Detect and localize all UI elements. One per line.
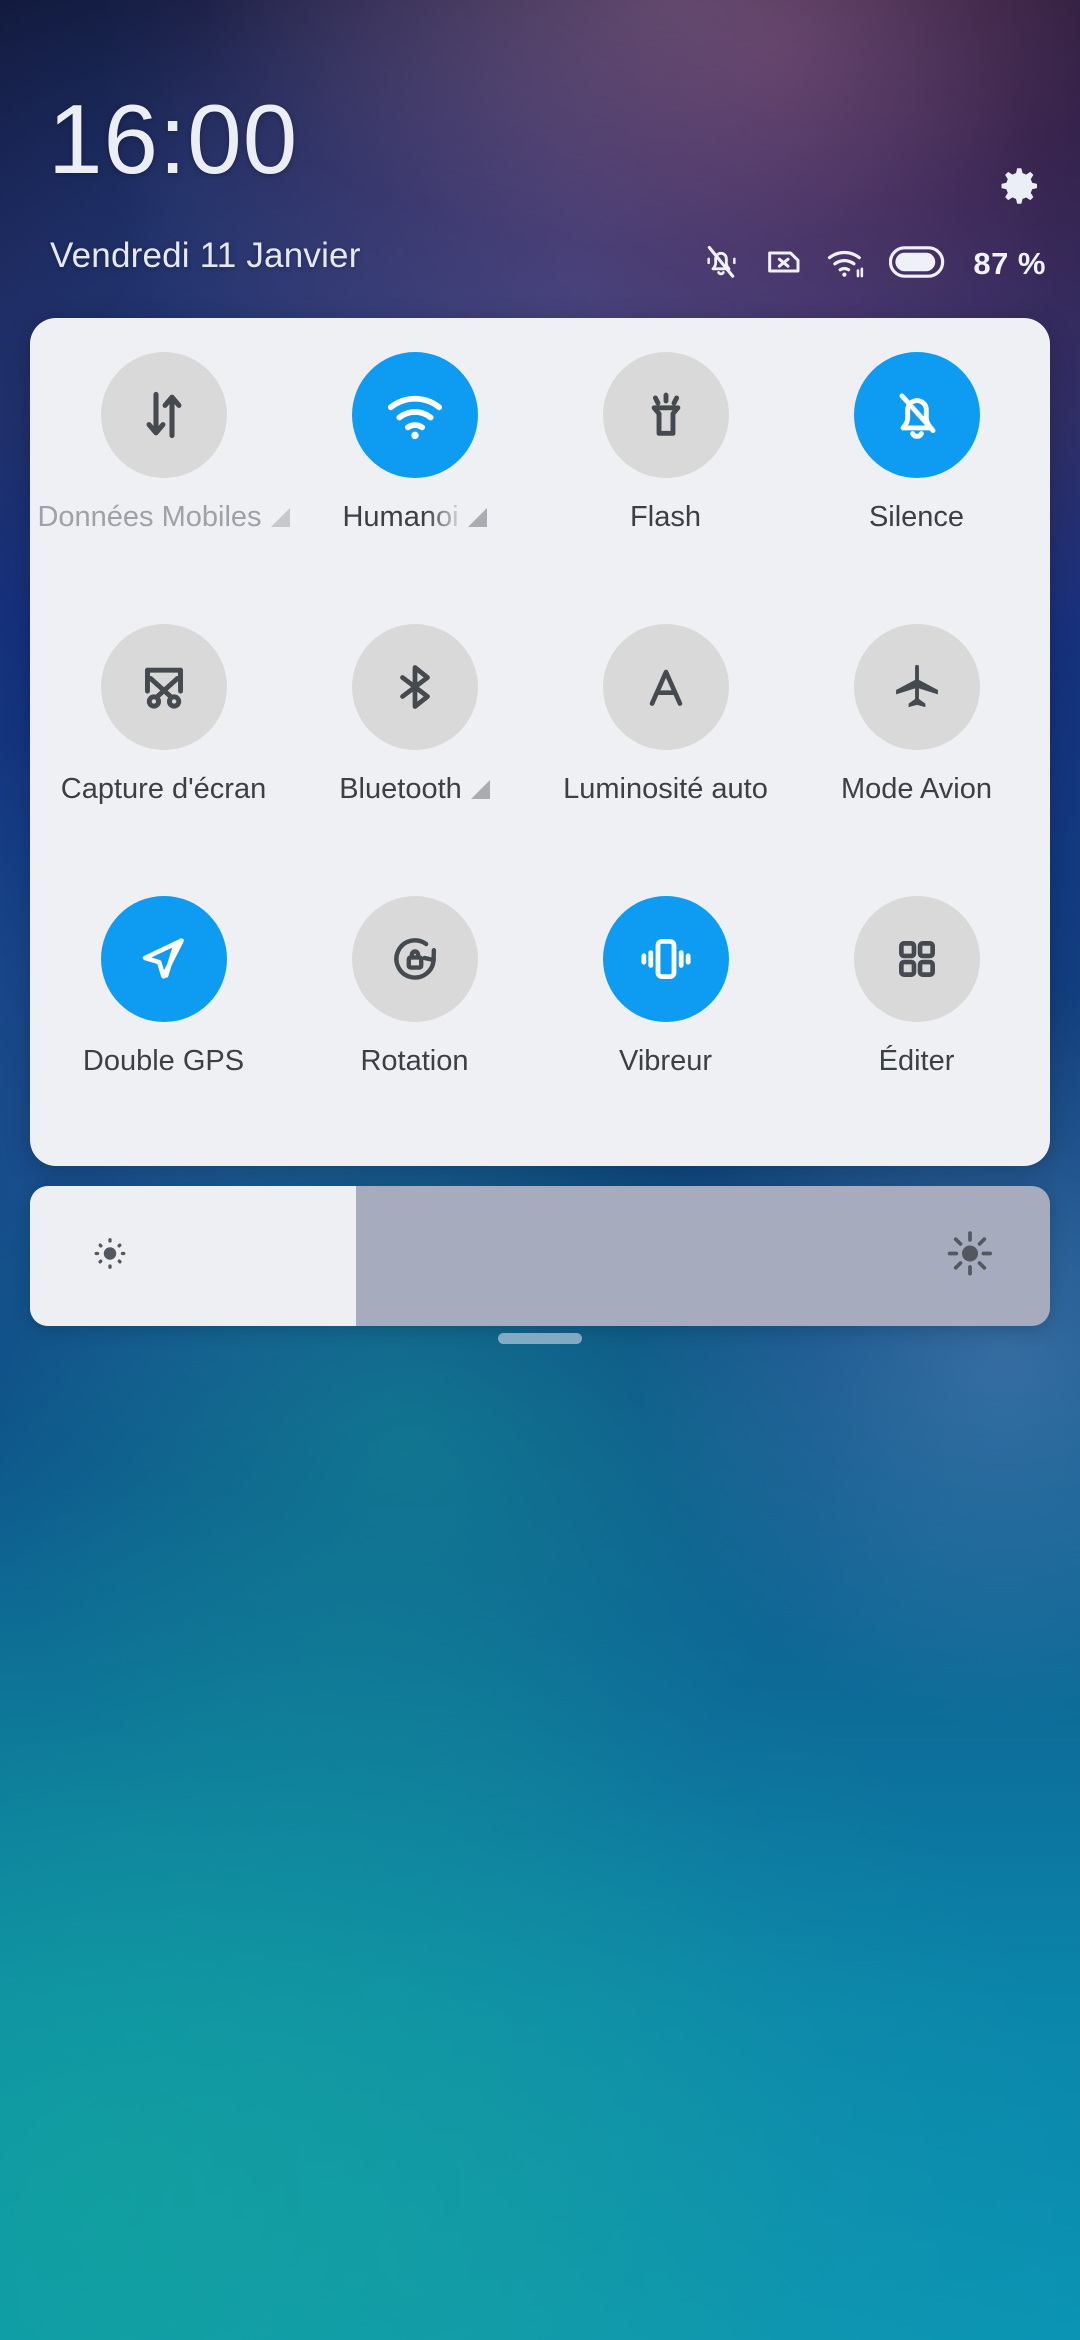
tile-icon-container: [602, 624, 729, 750]
rotation-lock-icon: [393, 938, 436, 980]
brightness-low-icon: [88, 1232, 132, 1281]
qs-tile-silent[interactable]: Silence: [791, 336, 1042, 608]
tile-label-row: Luminosité auto: [563, 772, 768, 806]
tile-label: Éditer: [878, 1045, 955, 1077]
tile-label: Bluetooth: [339, 773, 462, 805]
chevron-expand-icon[interactable]: [470, 779, 490, 799]
tile-label-row: Double GPS: [83, 1044, 244, 1078]
qs-tile-edit[interactable]: Éditer: [791, 880, 1042, 1152]
flashlight-icon: [651, 392, 680, 436]
tile-icon-container: [100, 352, 227, 478]
bluetooth-icon: [399, 665, 430, 709]
quick-settings-grid: Données Mobiles Humanoi Flash Silence Ca…: [30, 318, 1050, 1166]
tile-label: Luminosité auto: [563, 773, 768, 805]
location-arrow-icon: [142, 938, 184, 979]
tile-icon-container: [351, 896, 478, 1022]
tile-icon-container: [351, 624, 478, 750]
tile-label: Double GPS: [82, 1045, 245, 1077]
battery-percentage: 87 %: [973, 246, 1046, 281]
wifi-icon: [387, 395, 442, 440]
clock-date: Vendredi 11 Janvier: [50, 236, 361, 275]
tile-label: Flash: [630, 501, 701, 533]
tile-label-row: Vibreur: [619, 1044, 712, 1078]
clock-time: 16:00: [48, 84, 299, 194]
status-icons: 87 %: [701, 240, 1046, 288]
tile-label-row: Humanoi: [342, 500, 487, 534]
tile-label: Vibreur: [619, 1045, 712, 1077]
tile-icon-container: [602, 896, 729, 1022]
tile-icon-container: [100, 624, 227, 750]
tile-label-row: Éditer: [879, 1044, 955, 1078]
tile-icon-container: [602, 352, 729, 478]
tile-icon-container: [853, 352, 980, 478]
tile-label: Silence: [868, 501, 965, 533]
chevron-expand-icon[interactable]: [467, 507, 487, 527]
tile-label: Capture d'écran: [60, 773, 267, 805]
tile-label-row: Bluetooth: [339, 772, 490, 806]
chevron-expand-icon[interactable]: [270, 507, 290, 527]
tile-label: Données Mobiles: [37, 501, 262, 533]
brightness-slider[interactable]: [30, 1186, 1050, 1326]
brightness-high-icon: [944, 1228, 996, 1285]
qs-tile-double-gps[interactable]: Double GPS: [38, 880, 289, 1152]
tile-icon-container: [351, 352, 478, 478]
mobile-data-icon: [146, 391, 181, 439]
tile-icon-container: [100, 896, 227, 1022]
qs-tile-airplane-mode[interactable]: Mode Avion: [791, 608, 1042, 880]
qs-tile-vibrate[interactable]: Vibreur: [540, 880, 791, 1152]
panel-drag-handle[interactable]: [498, 1333, 582, 1344]
tile-label-row: Silence: [869, 500, 964, 534]
vibrate-icon: [640, 939, 691, 979]
qs-tile-wifi[interactable]: Humanoi: [289, 336, 540, 608]
tile-label-row: Mode Avion: [841, 772, 992, 806]
auto-brightness-icon: [649, 669, 682, 706]
screenshot-icon: [144, 667, 183, 709]
bell-muted-icon: [701, 242, 741, 287]
sim-card-missing-icon: [763, 242, 803, 287]
tile-label: Rotation: [360, 1045, 469, 1077]
brightness-slider-fill: [30, 1186, 357, 1326]
tile-label-row: Rotation: [360, 1044, 468, 1078]
bell-muted-icon: [899, 393, 935, 439]
status-header: 16:00 Vendredi 11 Janvier 87 %: [0, 0, 1080, 316]
tile-icon-container: [853, 896, 980, 1022]
grid-edit-icon: [898, 941, 935, 977]
battery-icon: [889, 245, 947, 284]
qs-tile-screenshot[interactable]: Capture d'écran: [38, 608, 289, 880]
qs-tile-bluetooth[interactable]: Bluetooth: [289, 608, 540, 880]
tile-label: Mode Avion: [840, 773, 993, 805]
tile-label: Humanoi: [342, 501, 459, 533]
tile-label-row: Données Mobiles: [37, 500, 290, 534]
airplane-icon: [895, 664, 938, 708]
gear-icon[interactable]: [988, 158, 1044, 214]
tile-icon-container: [853, 624, 980, 750]
quick-settings-panel: Données Mobiles Humanoi Flash Silence Ca…: [30, 318, 1050, 1166]
qs-tile-rotation-lock[interactable]: Rotation: [289, 880, 540, 1152]
wifi-signal-icon: [825, 242, 867, 287]
qs-tile-mobile-data[interactable]: Données Mobiles: [37, 336, 290, 608]
qs-tile-flashlight[interactable]: Flash: [540, 336, 791, 608]
qs-tile-auto-brightness[interactable]: Luminosité auto: [540, 608, 791, 880]
tile-label-row: Capture d'écran: [61, 772, 266, 806]
tile-label-row: Flash: [630, 500, 701, 534]
